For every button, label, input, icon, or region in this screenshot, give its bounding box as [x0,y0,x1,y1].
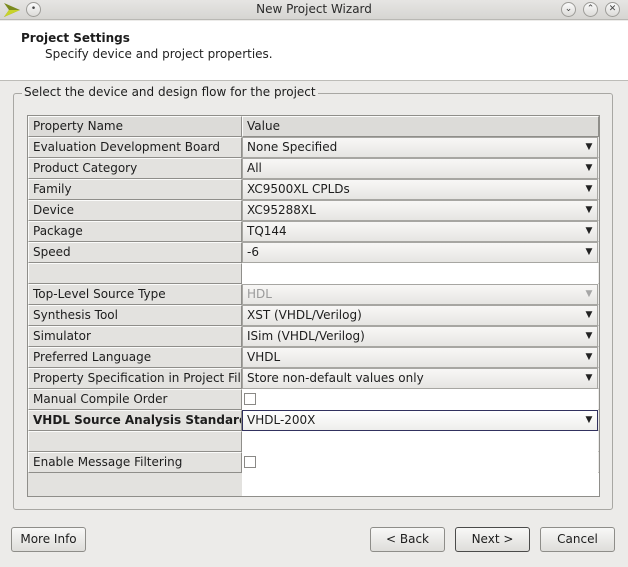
table-row: Manual Compile Order [28,389,599,410]
table-row: Property Specification in Project File S… [28,368,599,389]
empty-value-cell [242,431,598,452]
vhdl-standard-select[interactable]: VHDL-200X ▼ [242,410,598,431]
table-empty-area [28,473,242,496]
property-name: Top-Level Source Type [28,284,242,305]
synthesis-tool-value: XST (VHDL/Verilog) [247,308,362,322]
table-row: Evaluation Development Board None Specif… [28,137,599,158]
top-level-source-value: HDL [247,287,272,301]
more-info-button[interactable]: More Info [11,527,86,552]
product-category-value: All [247,161,262,175]
property-table: Property Name Value Evaluation Developme… [27,115,600,497]
column-header-value: Value [242,116,599,137]
table-row: Product Category All ▼ [28,158,599,179]
column-header-name: Property Name [28,116,242,137]
table-row: Preferred Language VHDL ▼ [28,347,599,368]
property-name: Manual Compile Order [28,389,242,410]
table-row: Speed -6 ▼ [28,242,599,263]
table-empty-area [242,473,599,496]
dropdown-arrow-icon[interactable]: ▼ [581,222,597,241]
page-subtitle: Specify device and project properties. [45,47,273,61]
device-value: XC95288XL [247,203,316,217]
empty-value-cell [242,263,598,284]
close-icon[interactable]: ✕ [605,2,620,17]
table-row: Synthesis Tool XST (VHDL/Verilog) ▼ [28,305,599,326]
preferred-language-value: VHDL [247,350,281,364]
property-name: Preferred Language [28,347,242,368]
package-value: TQ144 [247,224,287,238]
simulator-value: ISim (VHDL/Verilog) [247,329,365,343]
dropdown-arrow-icon[interactable]: ▼ [581,159,597,178]
dropdown-arrow-icon[interactable]: ▼ [581,369,597,388]
speed-value: -6 [247,245,259,259]
table-row: Simulator ISim (VHDL/Verilog) ▼ [28,326,599,347]
wizard-header: Project Settings Specify device and proj… [0,21,628,81]
dropdown-arrow-icon[interactable]: ▼ [581,201,597,220]
device-select[interactable]: XC95288XL ▼ [242,200,598,221]
product-category-select[interactable]: All ▼ [242,158,598,179]
maximize-icon[interactable]: ⌃ [583,2,598,17]
dropdown-arrow-icon[interactable]: ▼ [581,411,597,430]
property-name: Family [28,179,242,200]
evaluation-board-value: None Specified [247,140,338,154]
table-row: Enable Message Filtering [28,452,599,473]
window-title: New Project Wizard [256,2,372,16]
property-specification-value: Store non-default values only [247,371,424,385]
property-name: Synthesis Tool [28,305,242,326]
table-row: Device XC95288XL ▼ [28,200,599,221]
table-row: Family XC9500XL CPLDs ▼ [28,179,599,200]
property-name: Device [28,200,242,221]
table-row-spacer [28,263,599,284]
dropdown-arrow-icon[interactable]: ▼ [581,348,597,367]
simulator-select[interactable]: ISim (VHDL/Verilog) ▼ [242,326,598,347]
package-select[interactable]: TQ144 ▼ [242,221,598,242]
table-header-row: Property Name Value [28,116,599,137]
property-name [28,431,242,452]
dropdown-arrow-icon[interactable]: ▼ [581,243,597,262]
property-name: Enable Message Filtering [28,452,242,473]
table-row: VHDL Source Analysis Standard VHDL-200X ▼ [28,410,599,431]
next-button[interactable]: Next > [455,527,530,552]
property-name: Simulator [28,326,242,347]
property-name [28,263,242,284]
manual-compile-cell [242,389,598,410]
message-filtering-checkbox[interactable] [244,456,256,468]
table-row: Top-Level Source Type HDL ▼ [28,284,599,305]
property-specification-select[interactable]: Store non-default values only ▼ [242,368,598,389]
dropdown-arrow-icon[interactable]: ▼ [581,138,597,157]
message-filtering-cell [242,452,598,473]
group-legend: Select the device and design flow for th… [22,85,318,99]
synthesis-tool-select[interactable]: XST (VHDL/Verilog) ▼ [242,305,598,326]
minimize-icon[interactable]: ⌄ [561,2,576,17]
top-level-source-select: HDL ▼ [242,284,598,305]
property-name: VHDL Source Analysis Standard [28,410,242,431]
preferred-language-select[interactable]: VHDL ▼ [242,347,598,368]
title-bar: • New Project Wizard ⌄ ⌃ ✕ [0,0,628,20]
cancel-button[interactable]: Cancel [540,527,615,552]
family-value: XC9500XL CPLDs [247,182,350,196]
speed-select[interactable]: -6 ▼ [242,242,598,263]
property-name: Property Specification in Project File [28,368,242,389]
property-name: Speed [28,242,242,263]
dropdown-arrow-icon[interactable]: ▼ [581,180,597,199]
table-row: Package TQ144 ▼ [28,221,599,242]
property-name: Evaluation Development Board [28,137,242,158]
dropdown-arrow-icon: ▼ [585,289,593,299]
manual-compile-checkbox[interactable] [244,393,256,405]
vhdl-standard-value: VHDL-200X [247,413,316,427]
table-row-spacer [28,431,599,452]
dropdown-arrow-icon[interactable]: ▼ [581,327,597,346]
property-name: Package [28,221,242,242]
back-button[interactable]: < Back [370,527,445,552]
dropdown-arrow-icon[interactable]: ▼ [581,306,597,325]
page-title: Project Settings [21,31,130,45]
evaluation-board-select[interactable]: None Specified ▼ [242,137,598,158]
property-name: Product Category [28,158,242,179]
family-select[interactable]: XC9500XL CPLDs ▼ [242,179,598,200]
